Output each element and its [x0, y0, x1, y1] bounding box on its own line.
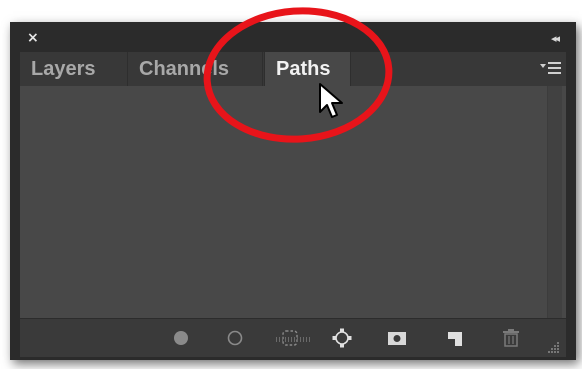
tab-channels-label: Channels: [139, 58, 230, 80]
tab-paths-label: Paths: [276, 58, 331, 80]
panel-titlebar: × ◂◂: [10, 22, 576, 52]
paths-panel: × ◂◂ Layers Channels Paths: [10, 22, 576, 360]
close-icon[interactable]: ×: [27, 31, 39, 45]
tab-layers[interactable]: Layers: [20, 52, 128, 86]
add-mask-icon[interactable]: [386, 327, 408, 349]
tab-channels[interactable]: Channels: [128, 52, 263, 86]
panel-tab-bar: Layers Channels Paths: [20, 52, 566, 86]
create-new-path-icon[interactable]: [444, 327, 466, 349]
collapse-panel-icon[interactable]: ◂◂: [551, 32, 560, 45]
make-work-path-icon[interactable]: [331, 327, 353, 349]
paths-list-area[interactable]: [20, 86, 566, 318]
mouse-pointer-icon: [319, 83, 343, 118]
tab-paths[interactable]: Paths: [264, 52, 351, 86]
panel-menu-icon[interactable]: [540, 61, 562, 77]
scrollbar[interactable]: [547, 86, 562, 318]
resize-grip-icon[interactable]: [548, 341, 560, 353]
panel-bottom-drag-handle[interactable]: [275, 335, 311, 343]
stroke-path-icon[interactable]: [224, 327, 246, 349]
delete-path-icon[interactable]: [500, 327, 522, 349]
fill-path-icon[interactable]: [170, 327, 192, 349]
tab-layers-label: Layers: [31, 58, 96, 80]
